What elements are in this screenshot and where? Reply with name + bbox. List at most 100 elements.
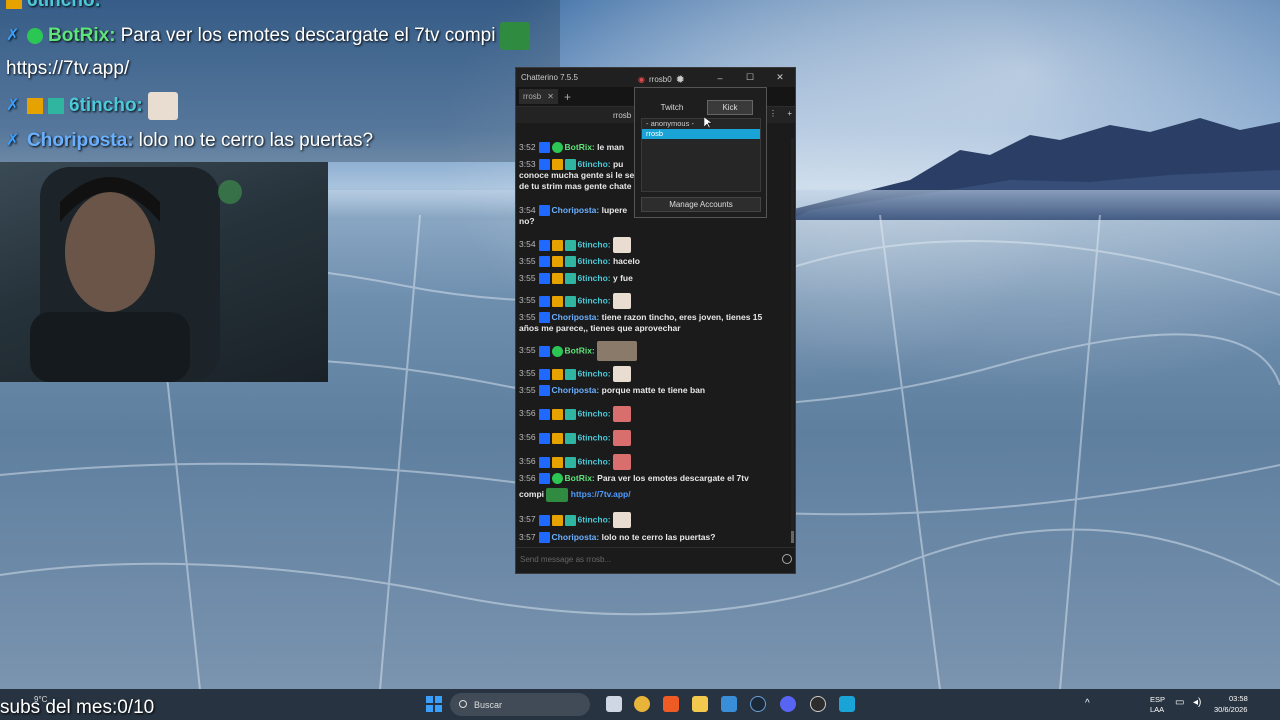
username[interactable]: 6tincho: (578, 159, 611, 169)
username[interactable]: Choriposta: (552, 385, 600, 395)
mod-sword-icon: ✗ (6, 132, 20, 149)
chatterino-icon[interactable] (839, 696, 855, 712)
overlay-line: https://7tv.app/ (6, 58, 129, 80)
username[interactable]: 6tincho: (578, 432, 611, 442)
seven-tv-badge-icon (564, 456, 576, 468)
overlay-message-link: https://7tv.app/ (6, 58, 130, 79)
message-text: lolo no te cerro las puertas? (601, 532, 716, 542)
message-text: porque matte te tiene ban (601, 385, 706, 395)
tab-rrosb[interactable]: rrosb ✕ (519, 89, 558, 104)
window-controls: – ☐ ✕ (705, 68, 795, 87)
tray-overflow-icon[interactable]: ^ (1085, 698, 1090, 709)
message-input-area[interactable]: Send message as rrosb... (516, 547, 795, 573)
discord-icon[interactable] (780, 696, 796, 712)
mouse-cursor-icon (704, 117, 712, 129)
timestamp: 3:54 (519, 239, 536, 250)
username[interactable]: 6tincho: (578, 408, 611, 418)
message-text: hacelo (612, 256, 640, 266)
file-explorer-icon[interactable] (692, 696, 708, 712)
username[interactable]: Choriposta: (552, 312, 600, 322)
chrome-icon[interactable] (634, 696, 650, 712)
username[interactable]: 6tincho: (578, 456, 611, 466)
message-text: tiene razon tincho, eres joven, tienes 1… (601, 312, 763, 322)
account-name: - anonymous - (646, 119, 694, 128)
language-indicator[interactable]: ESP (1150, 695, 1165, 704)
chat-message: 3:55 6tincho: (519, 366, 787, 382)
chat-message: 3:55 6tincho: (519, 293, 787, 309)
username[interactable]: 6tincho: (578, 256, 611, 266)
account-item-rrosb[interactable]: rrosb (642, 129, 760, 139)
stream-chat-overlay: 6tincho: ✗ BotRix: Para ver los emotes d… (0, 0, 560, 162)
clock-time[interactable]: 03:58 (1229, 694, 1248, 703)
chat-message: 3:57 6tincho: (519, 512, 787, 528)
cat-emote-icon (612, 430, 631, 446)
tab-close-icon[interactable]: ✕ (547, 92, 554, 101)
username[interactable]: 6tincho: (578, 514, 611, 524)
timestamp: 3:55 (519, 256, 536, 266)
account-item-anonymous[interactable]: - anonymous - (642, 119, 760, 129)
minimize-button[interactable]: – (705, 68, 735, 87)
brave-icon[interactable] (663, 696, 679, 712)
username[interactable]: BotRix: (565, 345, 595, 355)
split-menu-icon[interactable]: ⋮ (769, 109, 777, 118)
timestamp: 3:55 (519, 345, 536, 356)
tab-twitch[interactable]: Twitch (649, 100, 695, 115)
chat-message: 3:56 6tincho: (519, 430, 787, 446)
add-tab-icon[interactable]: + (564, 90, 571, 104)
add-split-icon[interactable]: + (787, 109, 792, 118)
crown-badge-icon (6, 0, 22, 9)
taskbar-search[interactable]: Buscar (450, 693, 590, 716)
start-menu-icon[interactable] (426, 696, 442, 712)
network-icon[interactable]: ▭ (1175, 697, 1184, 708)
clock-date[interactable]: 30/6/2026 (1214, 705, 1247, 714)
message-input-placeholder[interactable]: Send message as rrosb... (520, 555, 611, 564)
timestamp: 3:55 (519, 273, 536, 283)
settings-gear-icon[interactable]: ✹ (676, 73, 685, 86)
username[interactable]: 6tincho: (578, 273, 611, 283)
account-switcher[interactable]: ◉ rrosb0 ✹ (638, 73, 685, 86)
volume-icon[interactable]: ◂) (1193, 697, 1201, 708)
cat-emote-icon (612, 237, 631, 253)
obs-icon[interactable] (810, 696, 826, 712)
message-text: años me parece,, tienes que aprovechar (519, 323, 681, 334)
tab-label: rrosb (523, 92, 542, 101)
mod-badge-icon (538, 408, 550, 420)
microsoft-store-icon[interactable] (721, 696, 737, 712)
cat-emote-icon (612, 512, 631, 528)
mod-badge-icon (538, 273, 550, 285)
username[interactable]: 6tincho: (578, 295, 611, 305)
chat-message: 3:56 BotRix: Para ver los emotes descarga… (519, 473, 787, 504)
username[interactable]: Choriposta: (552, 532, 600, 542)
cat-emote-icon (612, 293, 631, 309)
scrollbar-thumb[interactable] (791, 531, 794, 543)
username[interactable]: BotRix: (565, 142, 595, 152)
message-link[interactable]: https://7tv.app/ (571, 489, 631, 499)
task-view-icon[interactable] (606, 696, 622, 712)
language-layout[interactable]: LAA (1150, 705, 1164, 714)
manage-accounts-button[interactable]: Manage Accounts (641, 197, 761, 212)
seven-tv-badge-icon (564, 239, 576, 251)
emoji-picker-icon[interactable] (782, 554, 792, 564)
maximize-button[interactable]: ☐ (735, 68, 765, 87)
tab-kick[interactable]: Kick (707, 100, 753, 115)
chat-scrollbar[interactable] (791, 138, 794, 543)
close-button[interactable]: ✕ (765, 68, 795, 87)
timestamp: 3:56 (519, 473, 536, 483)
username[interactable]: BotRix: (565, 473, 595, 483)
steam-icon[interactable] (750, 696, 766, 712)
verified-badge-icon (551, 345, 563, 357)
username[interactable]: Choriposta: (552, 205, 600, 215)
seven-tv-badge-icon (564, 273, 576, 285)
timestamp: 3:56 (519, 456, 536, 467)
crown-badge-icon (551, 239, 563, 251)
manage-accounts-label: Manage Accounts (669, 200, 733, 209)
chat-message: 3:57 Choriposta: lolo no te cerro las pue… (519, 532, 787, 544)
overlay-message-text: lolo no te cerro las puertas? (138, 130, 374, 151)
username[interactable]: 6tincho: (578, 368, 611, 378)
message-text: compi (519, 489, 545, 500)
mod-badge-icon (538, 159, 550, 171)
mod-badge-icon (538, 368, 550, 380)
seven-tv-badge-icon (564, 256, 576, 268)
username[interactable]: 6tincho: (578, 239, 611, 249)
message-text: Para ver los emotes descargate el 7tv (597, 473, 749, 483)
